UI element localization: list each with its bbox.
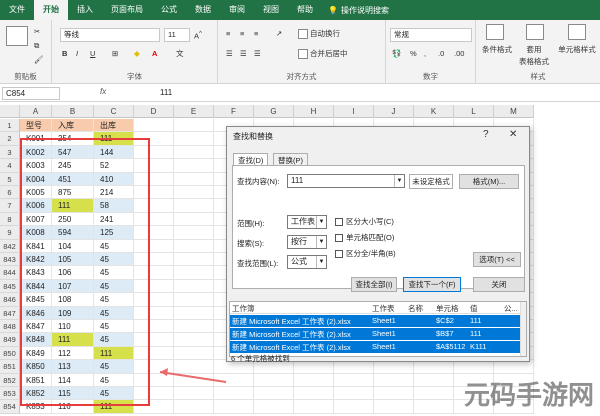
results-column-header[interactable]: 公... bbox=[504, 303, 518, 314]
results-column-header[interactable]: 工作表 bbox=[372, 303, 395, 314]
results-column-header[interactable]: 单元格 bbox=[436, 303, 459, 314]
result-row[interactable]: 新建 Microsoft Excel 工作表 (2).xlsx Sheet1 $C$… bbox=[230, 315, 520, 327]
result-sheet: Sheet1 bbox=[372, 342, 396, 351]
look-in-value: 公式 bbox=[291, 257, 307, 266]
match-width-label: 区分全/半角(B) bbox=[346, 249, 396, 258]
result-sheet: Sheet1 bbox=[372, 316, 396, 325]
scope-select[interactable]: 工作表 ▼ bbox=[287, 215, 327, 229]
arrow-head-cells bbox=[160, 368, 168, 376]
format-button[interactable]: 格式(M)... bbox=[459, 174, 519, 189]
match-case-label: 区分大小写(C) bbox=[346, 217, 394, 226]
result-cell: $B$7 bbox=[436, 329, 454, 338]
checkbox-icon bbox=[335, 249, 343, 258]
results-status: 6 个单元格被找到 bbox=[231, 354, 290, 363]
result-row[interactable]: 新建 Microsoft Excel 工作表 (2).xlsx Sheet1 $B$… bbox=[230, 328, 520, 340]
result-value: K111 bbox=[470, 342, 487, 351]
find-what-input[interactable]: 111 ▼ bbox=[287, 174, 405, 188]
search-value: 按行 bbox=[291, 237, 307, 246]
results-header: 工作簿 工作表 名称 单元格值 公... bbox=[230, 302, 526, 314]
search-label: 搜索(S): bbox=[237, 239, 265, 248]
chevron-down-icon[interactable]: ▼ bbox=[316, 256, 326, 268]
look-in-select[interactable]: 公式 ▼ bbox=[287, 255, 327, 269]
arrow-to-cells bbox=[159, 371, 227, 383]
results-list[interactable]: 工作簿 工作表 名称 单元格值 公... 新建 Microsoft Excel 工作表 … bbox=[229, 301, 527, 357]
result-value: 111 bbox=[470, 329, 482, 338]
result-book: 新建 Microsoft Excel 工作表 (2).xlsx bbox=[232, 317, 351, 326]
no-format-preview: 未设定格式 bbox=[409, 174, 453, 189]
chevron-down-icon[interactable]: ▼ bbox=[316, 236, 326, 248]
close-button[interactable]: 关闭 bbox=[473, 277, 525, 292]
checkbox-icon bbox=[335, 233, 343, 242]
find-panel: 查找内容(N): 111 ▼ 未设定格式 格式(M)... 范围(H): 工作表… bbox=[232, 165, 525, 289]
scope-label: 范围(H): bbox=[237, 219, 265, 228]
chevron-down-icon[interactable]: ▼ bbox=[394, 175, 404, 187]
close-icon[interactable]: ✕ bbox=[509, 129, 517, 140]
find-what-value: 111 bbox=[291, 176, 304, 185]
find-all-button[interactable]: 查找全部(I) bbox=[351, 277, 397, 292]
look-in-label: 查找范围(L): bbox=[237, 259, 279, 268]
result-book: 新建 Microsoft Excel 工作表 (2).xlsx bbox=[232, 343, 351, 352]
results-column-header[interactable]: 名称 bbox=[408, 303, 423, 314]
results-column-header[interactable]: 工作簿 bbox=[232, 303, 255, 314]
match-cell-label: 单元格匹配(O) bbox=[346, 233, 395, 242]
scope-value: 工作表 bbox=[291, 217, 315, 226]
result-cell: $A$5112 bbox=[436, 342, 466, 351]
result-sheet: Sheet1 bbox=[372, 329, 396, 338]
help-icon[interactable]: ? bbox=[483, 129, 489, 140]
search-select[interactable]: 按行 ▼ bbox=[287, 235, 327, 249]
options-button[interactable]: 选项(T) << bbox=[473, 252, 521, 267]
watermark-logo: 元码手游网 bbox=[463, 381, 594, 411]
results-column-header[interactable]: 值 bbox=[470, 303, 478, 314]
result-value: 111 bbox=[470, 316, 482, 325]
match-width-checkbox[interactable]: 区分全/半角(B) bbox=[335, 248, 396, 259]
result-cell: $C$2 bbox=[436, 316, 454, 325]
find-what-label: 查找内容(N): bbox=[237, 177, 280, 186]
result-row[interactable]: 新建 Microsoft Excel 工作表 (2).xlsx Sheet1 $A$… bbox=[230, 341, 520, 353]
chevron-down-icon[interactable]: ▼ bbox=[316, 216, 326, 228]
match-case-checkbox[interactable]: 区分大小写(C) bbox=[335, 216, 394, 227]
results-scrollbar[interactable] bbox=[520, 302, 526, 356]
result-book: 新建 Microsoft Excel 工作表 (2).xlsx bbox=[232, 330, 351, 339]
dialog-title: 查找和替换 bbox=[233, 132, 273, 141]
find-next-button[interactable]: 查找下一个(F) bbox=[403, 277, 461, 292]
find-replace-dialog: 查找和替换 ? ✕ 查找(D) 替换(P) 查找内容(N): 111 ▼ 未设定… bbox=[226, 126, 530, 363]
checkbox-icon bbox=[335, 217, 343, 226]
match-cell-checkbox[interactable]: 单元格匹配(O) bbox=[335, 232, 394, 243]
